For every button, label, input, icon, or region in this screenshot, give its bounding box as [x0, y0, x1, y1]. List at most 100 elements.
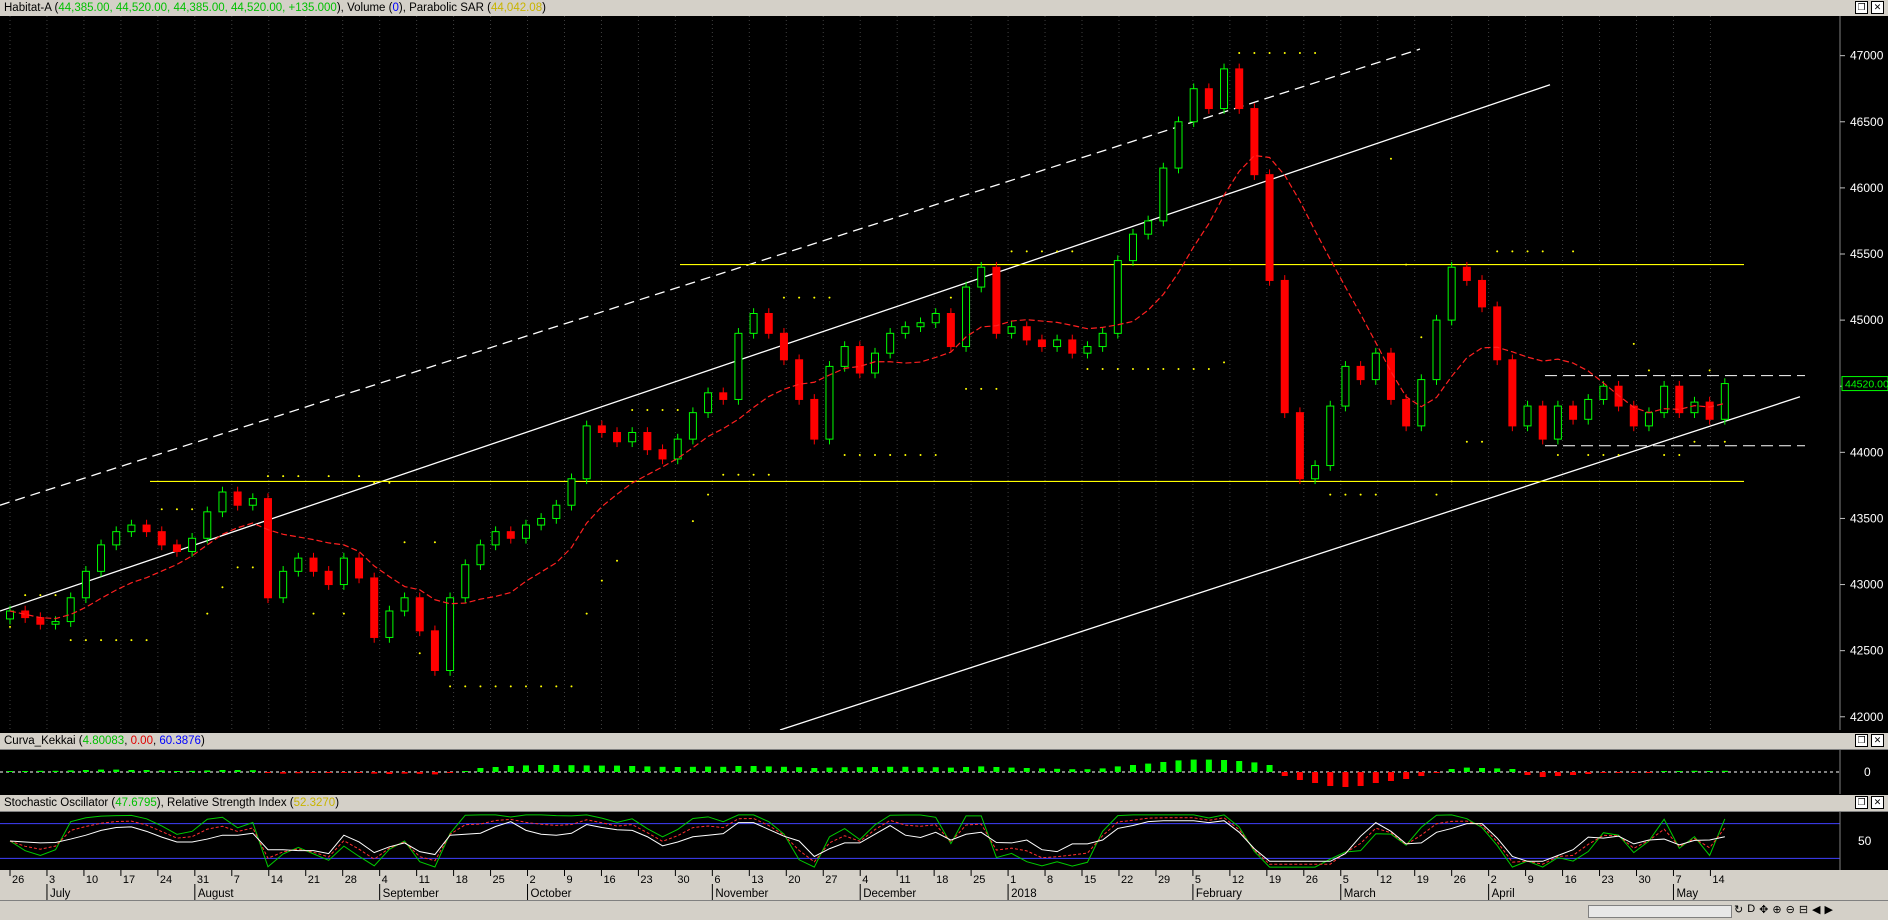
volume-label: Volume: [347, 2, 386, 14]
x-tick-label: 4: [862, 874, 868, 886]
stoch-pane-title: Stochastic Oscillator (47.6795), Relativ…: [4, 797, 340, 809]
kekkai-bar: [1585, 772, 1592, 774]
stoch-chart[interactable]: 50: [0, 812, 1888, 870]
candle: [582, 425, 591, 480]
candle: [1265, 174, 1274, 281]
sar-dot: [691, 520, 694, 523]
kekkai-bar: [22, 771, 29, 772]
restore-icon[interactable]: ❐: [1855, 1, 1868, 14]
x-tick-label: 18: [936, 874, 948, 886]
kekkai-bar: [325, 772, 332, 773]
kekkai-bar: [902, 766, 909, 772]
candle: [719, 392, 728, 400]
zoom-in-icon[interactable]: ⊕: [1772, 903, 1781, 916]
x-tick-label: 30: [1638, 874, 1650, 886]
kekkai-bar: [1129, 765, 1136, 772]
kekkai-bar: [1221, 760, 1228, 772]
close-icon[interactable]: ✕: [1871, 796, 1884, 809]
sar-dot: [1587, 453, 1590, 456]
ohlc-values: 44,385.00, 44,520.00, 44,385.00, 44,520.…: [58, 2, 337, 14]
kekkai-bar: [1281, 772, 1288, 776]
sar-dot: [1298, 52, 1301, 55]
fit-icon[interactable]: ⊟: [1799, 903, 1808, 916]
kekkai-value-2: 0.00: [130, 735, 153, 747]
month-label: April: [1492, 888, 1515, 900]
sar-dot: [479, 685, 482, 688]
price-bg: [0, 16, 1888, 730]
kekkai-bar: [1190, 759, 1197, 772]
x-tick-label: 6: [714, 874, 720, 886]
kekkai-bar: [447, 772, 454, 773]
candle: [324, 570, 333, 586]
sar-dot: [175, 508, 178, 511]
kekkai-bar: [1479, 768, 1486, 772]
horizontal-scrollbar[interactable]: [1588, 905, 1732, 918]
move-icon[interactable]: ✥: [1759, 903, 1768, 916]
kekkai-bar: [932, 767, 939, 772]
sar-dot: [858, 453, 861, 456]
stoch-tick-label: 50: [1858, 834, 1872, 848]
daily-icon[interactable]: D: [1747, 903, 1755, 916]
candle: [764, 313, 773, 334]
price-tick-label: 42000: [1850, 710, 1884, 724]
restore-icon[interactable]: ❐: [1855, 796, 1868, 809]
sar-dot: [722, 473, 725, 476]
zoom-out-icon[interactable]: ⊖: [1786, 903, 1795, 916]
sar-dot: [1405, 263, 1408, 266]
sar-dot: [767, 473, 770, 476]
kekkai-bar: [1676, 771, 1683, 772]
x-tick-label: 30: [677, 874, 689, 886]
sar-dot: [1420, 336, 1423, 339]
candle: [309, 557, 318, 572]
kekkai-bar: [280, 772, 287, 774]
candle: [127, 524, 136, 533]
candle: [248, 498, 257, 506]
kekkai-bar: [371, 772, 378, 774]
scroll-right-icon[interactable]: ▶: [1825, 903, 1833, 916]
sar-dot: [9, 625, 11, 628]
nav-controls: ↻ D ✥ ⊕ ⊖ ⊟ ◀ ▶: [1734, 903, 1833, 916]
kekkai-label: Curva_Kekkai: [4, 735, 76, 747]
close-icon[interactable]: ✕: [1871, 1, 1884, 14]
kekkai-bar: [674, 767, 681, 772]
price-tick-label: 46000: [1850, 181, 1884, 195]
candle: [370, 577, 379, 638]
kekkai-bar: [264, 772, 271, 773]
kekkai-pane-title: Curva_Kekkai (4.80083, 0.00, 60.3876): [4, 735, 205, 747]
close-icon[interactable]: ✕: [1871, 734, 1884, 747]
candle: [1220, 68, 1229, 110]
sar-dot: [100, 639, 103, 642]
price-tick-label: 47000: [1850, 49, 1884, 63]
sar-dot: [494, 685, 497, 688]
price-tick-label: 42500: [1850, 644, 1884, 658]
candle: [1493, 306, 1502, 361]
price-chart[interactable]: 4200042500430004350044000445004500045500…: [0, 16, 1888, 730]
candle: [1128, 233, 1137, 262]
candle: [218, 491, 227, 513]
candle: [1204, 88, 1213, 110]
sar-dot: [39, 594, 42, 597]
sar-dot: [676, 409, 679, 412]
sar-dot: [1116, 368, 1119, 371]
sar-dot: [843, 453, 846, 456]
sar-dot: [1511, 250, 1514, 253]
kekkai-bar: [1296, 772, 1303, 780]
sar-dot: [449, 685, 452, 688]
restore-icon[interactable]: ❐: [1855, 734, 1868, 747]
candle: [1538, 405, 1547, 440]
sar-dot: [418, 652, 421, 655]
candle: [157, 531, 166, 546]
kekkai-bar: [522, 765, 529, 772]
sar-dot: [1526, 250, 1529, 253]
x-tick-label: 28: [345, 874, 357, 886]
kekkai-chart[interactable]: 0: [0, 750, 1888, 794]
sar-dot: [1389, 157, 1392, 160]
candle: [1432, 319, 1441, 381]
x-tick-label: 7: [234, 874, 240, 886]
sar-dot: [251, 566, 254, 569]
candle: [36, 617, 45, 625]
scroll-left-icon[interactable]: ◀: [1812, 903, 1820, 916]
refresh-icon[interactable]: ↻: [1734, 903, 1743, 916]
sar-dot: [1162, 368, 1165, 371]
kekkai-bar: [644, 766, 651, 772]
